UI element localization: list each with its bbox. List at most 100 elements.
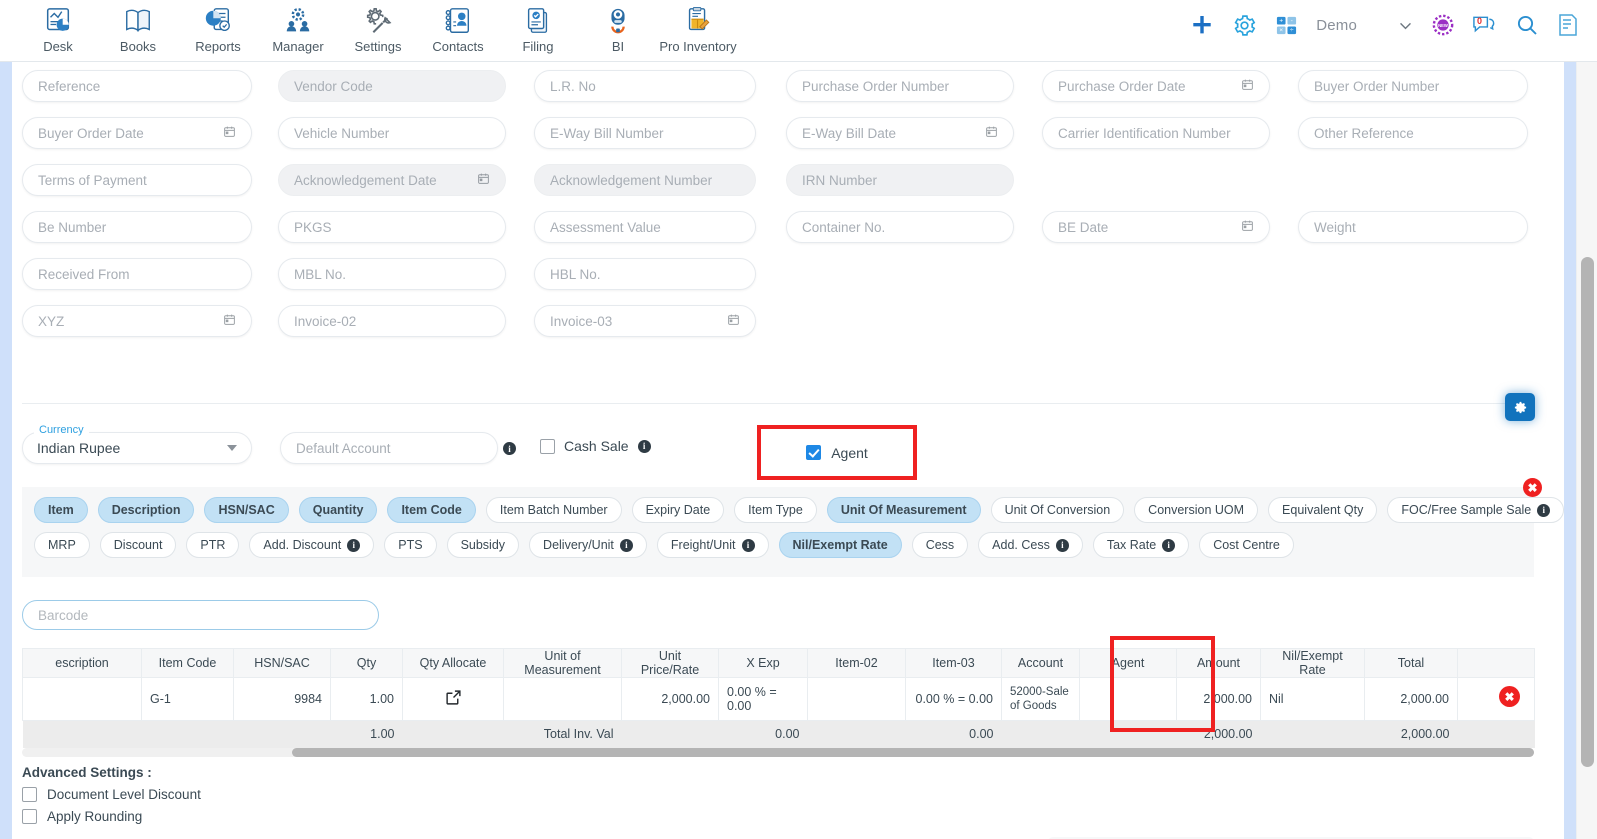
chevron-down-icon[interactable]: [1397, 17, 1414, 34]
col-header-item-code[interactable]: Item Code: [141, 648, 234, 678]
chip-add-cess[interactable]: Add. Cess i: [978, 532, 1083, 558]
cell-qty-allocate[interactable]: [402, 677, 504, 721]
info-icon[interactable]: i: [1162, 538, 1176, 552]
chip-item-batch-number[interactable]: Item Batch Number: [485, 497, 622, 523]
cell-agent[interactable]: [1079, 677, 1177, 721]
nav-item-filing[interactable]: Filing: [498, 0, 578, 54]
field-vendor-code[interactable]: Vendor Code: [278, 70, 506, 117]
cell-qty[interactable]: 1.00: [330, 677, 403, 721]
cell-account[interactable]: 52000-Sale of Goods: [1001, 677, 1080, 721]
chip-item-type[interactable]: Item Type: [734, 497, 817, 523]
cell-nil-exempt-rate[interactable]: Nil: [1260, 677, 1365, 721]
field-purchase-order-number[interactable]: Purchase Order Number: [786, 70, 1014, 117]
chip-item-code[interactable]: Item Code: [387, 497, 476, 523]
cell-total[interactable]: 2,000.00: [1364, 677, 1458, 721]
col-header-escription[interactable]: escription: [22, 648, 142, 678]
field-terms-of-payment[interactable]: Terms of Payment: [22, 164, 252, 211]
chip-quantity[interactable]: Quantity: [298, 497, 378, 523]
col-header-qty[interactable]: Qty: [330, 648, 403, 678]
advanced-option-checkbox[interactable]: [22, 787, 37, 802]
info-icon[interactable]: i: [1537, 503, 1551, 517]
add-new-button[interactable]: [1190, 13, 1214, 37]
info-icon[interactable]: i: [347, 538, 361, 552]
col-header-x-exp[interactable]: X Exp: [718, 648, 808, 678]
calculator-icon[interactable]: + - × ÷: [1275, 14, 1298, 37]
cell-amount[interactable]: 2,000.00: [1176, 677, 1261, 721]
page-vertical-scrollbar-thumb[interactable]: [1581, 257, 1594, 767]
chat-bubble-icon[interactable]: 0: [1472, 13, 1497, 37]
cell-unit-of-measurement[interactable]: [503, 677, 622, 721]
chip-conversion-uom[interactable]: Conversion UOM: [1134, 497, 1259, 523]
field-be-date[interactable]: BE Date: [1042, 211, 1270, 258]
col-header-actions[interactable]: [1457, 648, 1535, 678]
table-row[interactable]: G-1 9984 1.00 2,000.00 0.00 % = 0.00 0.0…: [22, 677, 1535, 721]
column-settings-gear-icon[interactable]: [1505, 393, 1535, 421]
field-acknowledgement-number[interactable]: Acknowledgement Number: [534, 164, 756, 211]
new-badge-icon[interactable]: NEW: [1432, 14, 1454, 36]
col-header-unit-of-measurement[interactable]: Unit of Measurement: [503, 648, 622, 678]
field-xyz[interactable]: XYZ: [22, 305, 252, 352]
info-icon[interactable]: i: [503, 442, 516, 455]
advanced-option-checkbox[interactable]: [22, 809, 37, 824]
info-icon[interactable]: i: [619, 538, 633, 552]
col-header-qty-allocate[interactable]: Qty Allocate: [402, 648, 504, 678]
nav-item-bi[interactable]: BI: [578, 0, 658, 54]
search-icon[interactable]: [1515, 13, 1539, 37]
field-received-from[interactable]: Received From: [22, 258, 252, 305]
table-horizontal-scrollbar[interactable]: [22, 748, 1534, 757]
chip-freight-unit[interactable]: Freight/Unit i: [656, 532, 769, 558]
field-invoice-02[interactable]: Invoice-02: [278, 305, 506, 352]
calendar-icon[interactable]: [223, 125, 236, 141]
nav-item-pro-inventory[interactable]: Pro Inventory: [658, 0, 738, 54]
calendar-icon[interactable]: [1241, 78, 1254, 94]
field-other-reference[interactable]: Other Reference: [1298, 117, 1528, 164]
calendar-icon[interactable]: [477, 172, 490, 188]
chip-expiry-date[interactable]: Expiry Date: [631, 497, 725, 523]
default-account-field[interactable]: Default Account i: [280, 432, 516, 464]
table-horizontal-scrollbar-thumb[interactable]: [292, 748, 1534, 757]
cell-unit-price-rate[interactable]: 2,000.00: [621, 677, 719, 721]
nav-item-books[interactable]: Books: [98, 0, 178, 54]
chip-unit-of-conversion[interactable]: Unit Of Conversion: [990, 497, 1125, 523]
field-hbl-no[interactable]: HBL No.: [534, 258, 756, 305]
chip-nil-exempt-rate[interactable]: Nil/Exempt Rate: [778, 532, 902, 558]
calendar-icon[interactable]: [727, 313, 740, 329]
cash-sale-checkbox[interactable]: [540, 438, 555, 454]
field-acknowledgement-date[interactable]: Acknowledgement Date: [278, 164, 506, 211]
cell-x-exp[interactable]: 0.00 % = 0.00: [718, 677, 808, 721]
agent-checkbox[interactable]: [806, 445, 822, 460]
organization-name[interactable]: Demo: [1316, 17, 1357, 34]
chip-foc-free-sample-sale[interactable]: FOC/Free Sample Sale i: [1387, 497, 1565, 523]
cell-item-02[interactable]: [807, 677, 906, 721]
chip-delivery-unit[interactable]: Delivery/Unit i: [529, 532, 647, 558]
chip-ptr[interactable]: PTR: [186, 532, 240, 558]
nav-item-manager[interactable]: Manager: [258, 0, 338, 54]
chip-unit-of-measurement[interactable]: Unit Of Measurement: [826, 497, 981, 523]
gear-icon[interactable]: [1232, 13, 1257, 38]
chip-description[interactable]: Description: [97, 497, 195, 523]
field-weight[interactable]: Weight: [1298, 211, 1528, 258]
info-icon[interactable]: i: [1055, 538, 1069, 552]
external-link-icon[interactable]: [445, 690, 462, 709]
delete-row-button[interactable]: ✖: [1499, 686, 1520, 707]
field-pkgs[interactable]: PKGS: [278, 211, 506, 258]
info-icon[interactable]: i: [637, 439, 651, 453]
col-header-agent[interactable]: Agent: [1079, 648, 1177, 678]
col-header-nil-exempt-rate[interactable]: Nil/Exempt Rate: [1260, 648, 1365, 678]
field-assessment-value[interactable]: Assessment Value: [534, 211, 756, 258]
nav-item-desk[interactable]: Desk: [18, 0, 98, 54]
chip-pts[interactable]: PTS: [384, 532, 437, 558]
chip-item[interactable]: Item: [34, 497, 88, 523]
field-container-no[interactable]: Container No.: [786, 211, 1014, 258]
calendar-icon[interactable]: [1241, 219, 1254, 235]
close-icon[interactable]: ✖: [1523, 478, 1542, 497]
currency-select[interactable]: Currency Indian Rupee: [22, 424, 252, 464]
cell-item-code[interactable]: G-1: [141, 677, 234, 721]
field-buyer-order-date[interactable]: Buyer Order Date: [22, 117, 252, 164]
chip-discount[interactable]: Discount: [99, 532, 177, 558]
field-reference[interactable]: Reference: [22, 70, 252, 117]
chip-cost-centre[interactable]: Cost Centre: [1199, 532, 1294, 558]
cell-item-03[interactable]: 0.00 % = 0.00: [905, 677, 1002, 721]
page-vertical-scrollbar[interactable]: [1576, 62, 1597, 839]
nav-item-reports[interactable]: Reports: [178, 0, 258, 54]
